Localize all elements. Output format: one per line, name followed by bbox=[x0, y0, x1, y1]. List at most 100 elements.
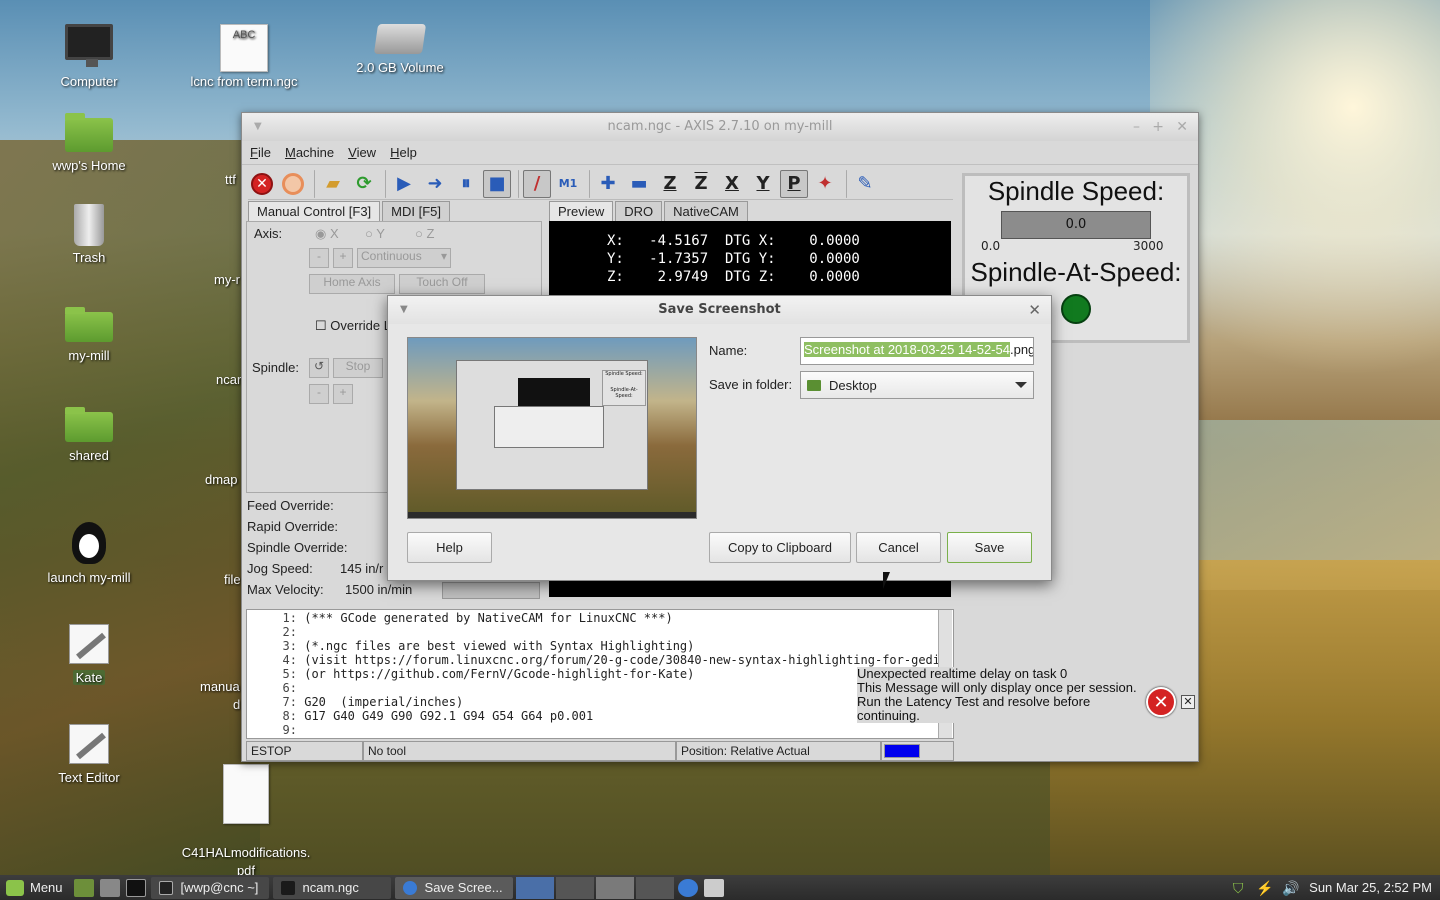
start-menu-button[interactable]: Menu bbox=[0, 879, 71, 896]
open-file-button[interactable]: ▰ bbox=[319, 170, 347, 198]
rotate-button[interactable]: ✦ bbox=[811, 170, 839, 198]
desktop-icon-my-mill[interactable]: my-mill bbox=[34, 307, 144, 363]
desktop-icon-kate[interactable]: Kate bbox=[34, 624, 144, 685]
workspace-1[interactable] bbox=[515, 876, 554, 899]
terminal-icon[interactable] bbox=[125, 878, 146, 897]
spindle-faster-button[interactable]: + bbox=[333, 384, 353, 404]
zoom-in-button[interactable]: ✚ bbox=[594, 170, 622, 198]
window-menu-icon[interactable]: ▼ bbox=[400, 296, 408, 324]
chrome-icon[interactable] bbox=[677, 878, 698, 897]
maximize-icon[interactable]: + bbox=[1152, 113, 1164, 141]
jog-plus-button[interactable]: + bbox=[333, 248, 353, 268]
gcode-viewer[interactable]: 1: (*** GCode generated by NativeCAM for… bbox=[246, 609, 954, 739]
zoom-out-button[interactable]: ▬ bbox=[625, 170, 653, 198]
pause-button[interactable]: ⏸ bbox=[452, 170, 480, 198]
jog-minus-button[interactable]: - bbox=[309, 248, 329, 268]
machine-power-button[interactable] bbox=[279, 170, 307, 198]
stop-button[interactable]: ■ bbox=[483, 169, 511, 198]
menu-machine[interactable]: Machine bbox=[285, 145, 334, 160]
view-z-button[interactable]: Z bbox=[656, 170, 684, 198]
spindle-at-speed-title: Spindle-At-Speed: bbox=[970, 257, 1182, 287]
spindle-slower-button[interactable]: - bbox=[309, 384, 329, 404]
block-delete-button[interactable]: / bbox=[523, 169, 551, 198]
clear-plot-button[interactable]: ✎ bbox=[851, 170, 879, 198]
workspace-4[interactable] bbox=[635, 876, 674, 899]
desktop-icon-lcnc-file[interactable]: ABC lcnc from term.ngc bbox=[189, 24, 299, 89]
tab-nativecam[interactable]: NativeCAM bbox=[664, 201, 748, 221]
desktop-icon-volume[interactable]: 2.0 GB Volume bbox=[345, 24, 455, 75]
show-desktop-icon[interactable] bbox=[73, 878, 94, 897]
computer-icon bbox=[65, 24, 113, 67]
tab-preview[interactable]: Preview bbox=[549, 201, 614, 221]
taskbar: Menu [wwp@cnc ~] ncam.ngc Save Scree... … bbox=[0, 875, 1440, 900]
task-label: Save Scree... bbox=[424, 880, 503, 895]
menu-help[interactable]: Help bbox=[390, 145, 417, 160]
view-y-button[interactable]: Y bbox=[749, 170, 777, 198]
workspace-2[interactable] bbox=[555, 876, 594, 899]
touch-off-button[interactable]: Touch Off bbox=[399, 274, 485, 294]
axis-titlebar[interactable]: ▼ ncam.ngc - AXIS 2.7.10 on my-mill – + … bbox=[242, 113, 1198, 141]
jog-mode-select[interactable]: Continuous ▾ bbox=[357, 248, 451, 268]
axis-radio-z[interactable]: ○ Z bbox=[415, 226, 434, 241]
window-menu-icon[interactable]: ▼ bbox=[254, 113, 262, 141]
dialog-titlebar[interactable]: ▼ Save Screenshot ✕ bbox=[388, 296, 1051, 324]
close-icon[interactable]: ✕ bbox=[1176, 113, 1188, 141]
desktop-icon-home[interactable]: wwp's Home bbox=[34, 112, 144, 173]
cancel-button[interactable]: Cancel bbox=[856, 532, 941, 563]
linuxcnc-icon[interactable] bbox=[703, 878, 724, 897]
reload-button[interactable]: ⟳ bbox=[350, 170, 378, 198]
copy-to-clipboard-button[interactable]: Copy to Clipboard bbox=[709, 532, 851, 563]
latency-line: Unexpected realtime delay on task 0 bbox=[857, 666, 1068, 681]
max-velocity-slider[interactable] bbox=[442, 582, 540, 599]
axis-radio-x[interactable]: ◉ X bbox=[315, 226, 339, 242]
step-button[interactable]: ➜ bbox=[421, 170, 449, 198]
menu-view[interactable]: View bbox=[348, 145, 376, 160]
optional-stop-button[interactable]: M1 bbox=[554, 170, 582, 198]
desktop-icon-launch-my-mill[interactable]: launch my-mill bbox=[34, 522, 144, 585]
view-x-button[interactable]: X bbox=[718, 170, 746, 198]
run-button[interactable]: ▶ bbox=[390, 170, 418, 198]
tab-mdi[interactable]: MDI [F5] bbox=[382, 201, 451, 221]
toolbar-separator bbox=[846, 169, 847, 198]
shield-icon[interactable]: ⛉ bbox=[1230, 880, 1246, 896]
desktop-icon-label: 2.0 GB Volume bbox=[356, 60, 444, 75]
desktop-icon-computer[interactable]: Computer bbox=[34, 24, 144, 89]
task-axis[interactable]: ncam.ngc bbox=[272, 876, 391, 899]
document-icon: ABC bbox=[220, 24, 268, 72]
menubar: File Machine View Help bbox=[242, 141, 1198, 165]
filename-extension: .png bbox=[1009, 342, 1034, 357]
network-icon[interactable]: ⚡ bbox=[1256, 880, 1273, 896]
axis-radio-y[interactable]: ○ Y bbox=[365, 226, 385, 241]
file-manager-icon[interactable] bbox=[99, 878, 120, 897]
minimize-icon[interactable]: – bbox=[1133, 113, 1140, 141]
view-p-button[interactable]: P bbox=[780, 169, 808, 198]
help-button[interactable]: Help bbox=[407, 532, 492, 563]
clock[interactable]: Sun Mar 25, 2:52 PM bbox=[1309, 880, 1432, 895]
workspace-3[interactable] bbox=[595, 876, 634, 899]
close-icon[interactable]: ✕ bbox=[1028, 296, 1041, 324]
spindle-stop-button[interactable]: Stop bbox=[333, 358, 383, 378]
gcode-line: 8: G17 G40 G49 G90 G92.1 G94 G54 G64 p0.… bbox=[247, 709, 953, 723]
save-folder-select[interactable]: Desktop bbox=[800, 371, 1034, 399]
tab-dro[interactable]: DRO bbox=[615, 201, 663, 221]
dro-x-line: X: -4.5167 DTG X: 0.0000 bbox=[607, 233, 860, 249]
desktop-icon-shared[interactable]: shared bbox=[34, 407, 144, 463]
home-axis-button[interactable]: Home Axis bbox=[309, 274, 395, 294]
task-terminal[interactable]: [wwp@cnc ~] bbox=[150, 876, 269, 899]
task-save-screenshot[interactable]: Save Scree... bbox=[394, 876, 513, 899]
run-icon: ▶ bbox=[397, 173, 411, 194]
tab-manual-control[interactable]: Manual Control [F3] bbox=[248, 201, 381, 221]
partial-icon-label: dmap bbox=[205, 472, 238, 487]
desktop-icon-trash[interactable]: Trash bbox=[34, 204, 144, 265]
desktop-icon-text-editor[interactable]: Text Editor bbox=[34, 724, 144, 785]
filename-input[interactable]: Screenshot at 2018-03-25 14-52-54.png bbox=[800, 337, 1034, 365]
desktop-icon-label: Computer bbox=[60, 74, 118, 89]
estop-button[interactable]: ✕ bbox=[248, 170, 276, 198]
volume-icon[interactable]: 🔊 bbox=[1282, 880, 1299, 896]
menu-file[interactable]: File bbox=[250, 145, 271, 160]
dismiss-message-button[interactable]: ✕ bbox=[1181, 695, 1195, 709]
save-button[interactable]: Save bbox=[947, 532, 1032, 563]
spindle-ccw-button[interactable]: ↺ bbox=[309, 358, 329, 378]
view-z2-button[interactable]: Z bbox=[687, 170, 715, 198]
override-limits-checkbox[interactable]: ☐ Override L bbox=[315, 318, 391, 334]
